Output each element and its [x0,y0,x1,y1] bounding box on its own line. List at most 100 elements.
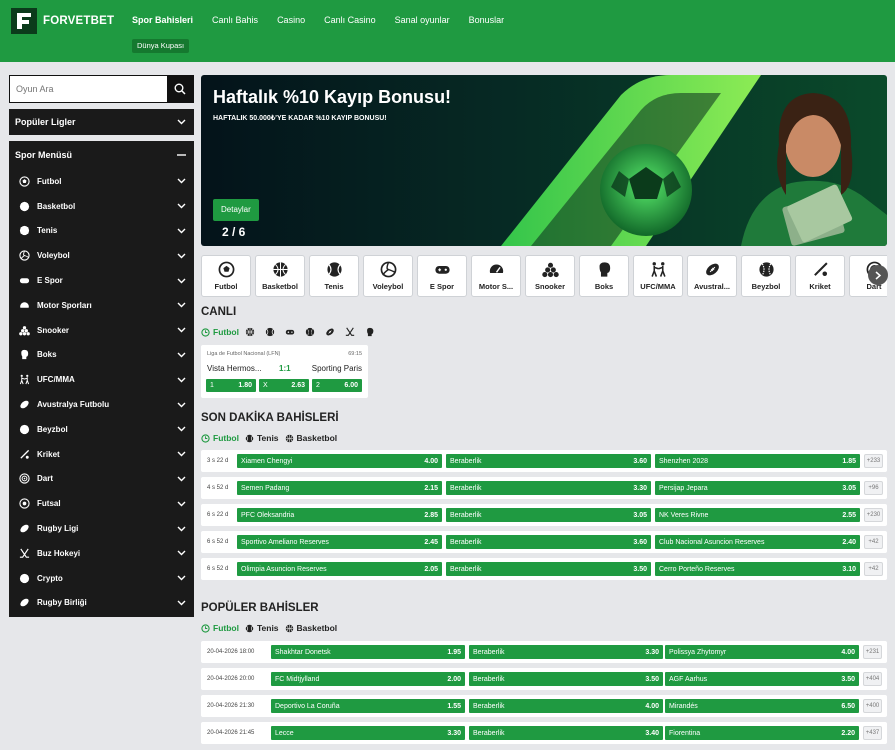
nav-live-casino[interactable]: Canlı Casino [324,15,376,25]
tennis-ball-icon[interactable] [265,327,275,337]
sport-menu-header[interactable]: Spor Menüsü [9,141,194,169]
draw-odd-button[interactable]: Beraberlik 4.00 [469,699,663,713]
search-input[interactable] [10,76,167,102]
sidebar-item-rugby-birliği[interactable]: Rugby Birliği [9,591,194,616]
sport-tile[interactable]: Beyzbol [741,255,791,297]
odd-home-button[interactable]: 1 1.80 [206,379,256,392]
draw-odd-button[interactable]: Beraberlik 3.60 [446,535,651,549]
sport-tile[interactable]: Boks [579,255,629,297]
sidebar-item-futbol[interactable]: Futbol [9,169,194,194]
sidebar-item-beyzbol[interactable]: Beyzbol [9,417,194,442]
sport-tile[interactable]: UFC/MMA [633,255,683,297]
odd-away-button[interactable]: 2 6.00 [312,379,362,392]
sport-tile[interactable]: Motor S... [471,255,521,297]
sidebar-item-motor-sporları[interactable]: Motor Sporları [9,293,194,318]
home-odd-button[interactable]: Olimpia Asuncion Reserves 2.05 [237,562,442,576]
sidebar-item-buz-hokeyi[interactable]: Buz Hokeyi [9,541,194,566]
sidebar-item-dart[interactable]: Dart [9,467,194,492]
popular-leagues-header[interactable]: Popüler Ligler [9,109,194,135]
home-odd-button[interactable]: Lecce 3.30 [271,726,465,740]
away-odd-button[interactable]: Polissya Zhytomyr 4.00 [665,645,859,659]
more-markets-button[interactable]: +400 [863,699,882,713]
more-markets-button[interactable]: +42 [864,535,883,549]
sidebar-item-voleybol[interactable]: Voleybol [9,243,194,268]
sport-tile[interactable]: Basketbol [255,255,305,297]
away-odd-button[interactable]: Mirandés 6.50 [665,699,859,713]
filter-futbol[interactable]: Futbol [201,623,239,633]
live-filter-football[interactable]: Futbol [201,327,239,337]
away-odd-button[interactable]: NK Veres Rivne 2.55 [655,508,860,522]
more-markets-button[interactable]: +437 [863,726,882,740]
more-markets-button[interactable]: +231 [863,645,882,659]
draw-odd-button[interactable]: Beraberlik 3.60 [446,454,651,468]
odd-draw-button[interactable]: X 2.63 [259,379,309,392]
sidebar-item-snooker[interactable]: Snooker [9,318,194,343]
sport-tile[interactable]: Futbol [201,255,251,297]
away-odd-button[interactable]: Persijap Jepara 3.05 [655,481,860,495]
home-odd-button[interactable]: Shakhtar Donetsk 1.95 [271,645,465,659]
filter-basketbol[interactable]: Basketbol [285,623,337,633]
sidebar-item-crypto[interactable]: ₿ Crypto [9,566,194,591]
banner-details-button[interactable]: Detaylar [213,199,259,221]
draw-odd-button[interactable]: Beraberlik 3.50 [469,672,663,686]
home-odd-button[interactable]: Xiamen Chengyi 4.00 [237,454,442,468]
away-odd-button[interactable]: Shenzhen 2028 1.85 [655,454,860,468]
away-odd-button[interactable]: AGF Aarhus 3.50 [665,672,859,686]
more-markets-button[interactable]: +42 [864,562,883,576]
sidebar-item-rugby-ligi[interactable]: Rugby Ligi [9,516,194,541]
sport-tile[interactable]: Tenis [309,255,359,297]
sidebar-item-kriket[interactable]: Kriket [9,442,194,467]
odd-value: 2.63 [291,382,305,389]
home-odd-button[interactable]: Sportivo Ameliano Reserves 2.45 [237,535,442,549]
home-odd-button[interactable]: FC Midtjylland 2.00 [271,672,465,686]
draw-odd-button[interactable]: Beraberlik 3.05 [446,508,651,522]
draw-odd-button[interactable]: Beraberlik 3.50 [446,562,651,576]
filter-tenis[interactable]: Tenis [245,433,279,443]
sidebar-item-e-spor[interactable]: E Spor [9,268,194,293]
filter-futbol[interactable]: Futbol [201,433,239,443]
nav-bonuses[interactable]: Bonuslar [469,15,505,25]
nav-casino[interactable]: Casino [277,15,305,25]
sports-scroll-right[interactable] [868,265,888,285]
filter-tenis[interactable]: Tenis [245,623,279,633]
away-odd-button[interactable]: Fiorentina 2.20 [665,726,859,740]
home-odd-button[interactable]: Semen Padang 2.15 [237,481,442,495]
sport-tile[interactable]: Snooker [525,255,575,297]
live-match-card[interactable]: Liga de Futbol Nacional (LFN) 69:15 Vist… [201,345,368,398]
baseball-icon[interactable] [305,327,315,337]
sport-tile[interactable]: Voleybol [363,255,413,297]
hockey-sticks-icon[interactable] [345,327,355,337]
away-odd-button[interactable]: Cerro Porteño Reserves 3.10 [655,562,860,576]
rugby-ball-icon[interactable] [325,327,335,337]
nav-live-betting[interactable]: Canlı Bahis [212,15,258,25]
home-odd-button[interactable]: Deportivo La Coruña 1.55 [271,699,465,713]
more-markets-button[interactable]: +233 [864,454,883,468]
home-odd-button[interactable]: PFC Oleksandria 2.85 [237,508,442,522]
sidebar-item-tenis[interactable]: Tenis [9,219,194,244]
sidebar-item-avustralya-futbolu[interactable]: Avustralya Futbolu [9,392,194,417]
more-markets-button[interactable]: +96 [864,481,883,495]
more-markets-button[interactable]: +230 [864,508,883,522]
promo-banner[interactable]: Haftalık %10 Kayıp Bonusu! HAFTALIK 50.0… [201,75,887,246]
more-markets-button[interactable]: +404 [863,672,882,686]
search-button[interactable] [167,76,193,102]
logo[interactable]: FORVETBET [11,8,114,34]
sidebar-item-ufc-mma[interactable]: UFC/MMA [9,367,194,392]
sidebar-item-futsal[interactable]: Futsal [9,491,194,516]
nav-virtual-games[interactable]: Sanal oyunlar [395,15,450,25]
draw-odd-button[interactable]: Beraberlik 3.30 [469,645,663,659]
sport-tile[interactable]: Kriket [795,255,845,297]
sport-tile[interactable]: Avustral... [687,255,737,297]
boxing-glove-icon[interactable] [365,327,375,337]
sidebar-item-basketbol[interactable]: Basketbol [9,194,194,219]
away-odd-button[interactable]: Club Nacional Asuncion Reserves 2.40 [655,535,860,549]
basketball-icon[interactable] [245,327,255,337]
subnav-world-cup[interactable]: Dünya Kupası [132,39,190,53]
nav-sports-betting[interactable]: Spor Bahisleri [132,15,193,25]
sidebar-item-boks[interactable]: Boks [9,343,194,368]
gamepad-icon[interactable] [285,327,295,337]
draw-odd-button[interactable]: Beraberlik 3.30 [446,481,651,495]
draw-odd-button[interactable]: Beraberlik 3.40 [469,726,663,740]
filter-basketbol[interactable]: Basketbol [285,433,337,443]
sport-tile[interactable]: E Spor [417,255,467,297]
